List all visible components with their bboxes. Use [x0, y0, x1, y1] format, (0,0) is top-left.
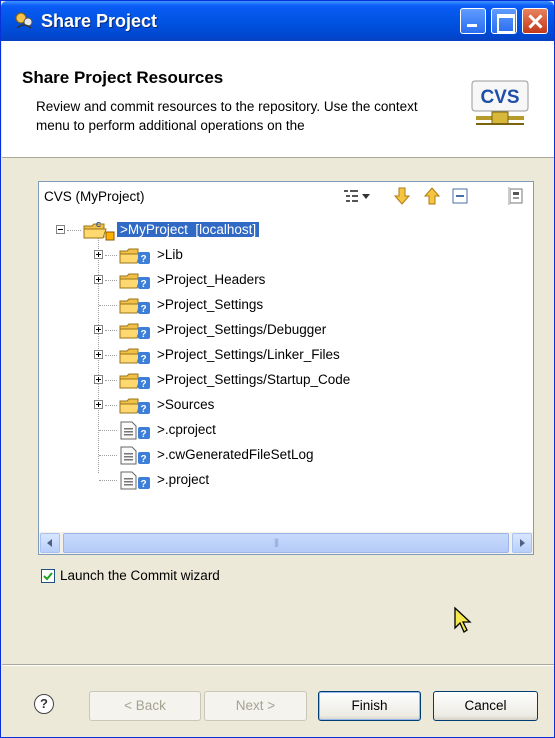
close-button[interactable] — [522, 8, 548, 34]
tree-item-label: >MyProject [localhost] — [115, 221, 261, 238]
svg-text:?: ? — [141, 354, 147, 365]
tree-row[interactable]: ? >.project — [39, 469, 533, 492]
expand-toggle[interactable] — [94, 275, 103, 284]
tree-connector — [105, 255, 117, 256]
tree-row[interactable]: ? >Project_Settings — [39, 294, 533, 317]
svg-text:?: ? — [141, 454, 147, 465]
tree-row[interactable]: ? >Project_Settings/Debugger — [39, 319, 533, 342]
layout-icon[interactable] — [342, 187, 360, 205]
tree-item-label: >.cwGeneratedFileSetLog — [157, 447, 314, 462]
mouse-cursor-icon — [454, 606, 472, 633]
title-bar[interactable]: Share Project — [1, 1, 554, 41]
tree-item-label: >Project_Headers — [157, 272, 266, 287]
finish-button[interactable]: Finish — [318, 691, 421, 721]
expand-toggle[interactable] — [94, 250, 103, 259]
tree-row[interactable]: ? >.cwGeneratedFileSetLog — [39, 444, 533, 467]
expand-toggle[interactable] — [94, 400, 103, 409]
back-button[interactable]: < Back — [89, 691, 201, 721]
svg-text:?: ? — [141, 479, 147, 490]
resource-tree-panel: CVS (MyProject) C >MyProject [localhost]… — [38, 181, 534, 555]
outgoing-folder-icon: ? — [119, 398, 150, 415]
svg-text:C: C — [96, 222, 101, 229]
dropdown-icon[interactable] — [361, 187, 371, 205]
tree-item-label: >.project — [157, 472, 210, 487]
tree-connector — [99, 480, 117, 481]
minimize-button[interactable] — [460, 8, 486, 34]
tree-connector — [105, 330, 117, 331]
next-button[interactable]: Next > — [204, 691, 307, 721]
horizontal-scrollbar[interactable] — [39, 532, 533, 554]
collapse-toggle[interactable] — [56, 225, 65, 234]
button-bar-separator — [2, 664, 554, 666]
svg-text:?: ? — [141, 279, 147, 290]
tree-row[interactable]: ? >Project_Headers — [39, 269, 533, 292]
tree-row[interactable]: ? >.cproject — [39, 419, 533, 442]
svg-text:?: ? — [141, 329, 147, 340]
panel-toolbar: CVS (MyProject) — [39, 182, 533, 210]
panel-title: CVS (MyProject) — [44, 189, 145, 204]
tree-item-label: >Lib — [157, 247, 183, 262]
tree-row[interactable]: ? >Project_Settings/Linker_Files — [39, 344, 533, 367]
previous-change-icon[interactable] — [423, 187, 441, 205]
cancel-button[interactable]: Cancel — [433, 691, 538, 721]
tree-item-label: >Project_Settings — [157, 297, 264, 312]
scroll-right-button[interactable] — [512, 533, 532, 553]
tree-item-label: >Project_Settings/Linker_Files — [157, 347, 340, 362]
tree-connector — [105, 355, 117, 356]
outgoing-folder-icon: ? — [119, 298, 150, 315]
cvs-share-icon — [15, 12, 33, 29]
tree-item-label: >.cproject — [157, 422, 216, 437]
outgoing-folder-icon: ? — [119, 348, 150, 365]
cvs-project-icon: C — [83, 222, 115, 241]
maximize-button[interactable] — [491, 8, 517, 34]
page-title: Share Project Resources — [22, 68, 224, 87]
expand-toggle[interactable] — [94, 350, 103, 359]
outgoing-folder-icon: ? — [119, 373, 150, 390]
help-button[interactable]: ? — [34, 694, 54, 714]
checkmark-icon — [43, 572, 53, 581]
launch-commit-label[interactable]: Launch the Commit wizard — [60, 568, 220, 583]
page-description: Review and commit resources to the repos… — [36, 99, 418, 133]
outgoing-file-icon: ? — [120, 421, 150, 440]
share-project-dialog: Share Project Share Project Resources Re… — [0, 0, 555, 738]
tree-connector — [99, 305, 117, 306]
outgoing-folder-icon: ? — [119, 323, 150, 340]
tree-connector — [99, 430, 117, 431]
tree-row[interactable]: ? >Sources — [39, 394, 533, 417]
scroll-left-button[interactable] — [40, 533, 60, 553]
svg-text:?: ? — [141, 379, 147, 390]
tree-row-root[interactable]: C >MyProject [localhost] — [39, 219, 533, 242]
expand-toggle[interactable] — [94, 375, 103, 384]
tree-connector — [105, 280, 117, 281]
outgoing-folder-icon: ? — [119, 273, 150, 290]
collapse-all-icon[interactable] — [451, 187, 469, 205]
outgoing-file-icon: ? — [120, 446, 150, 465]
tree-connector — [99, 455, 117, 456]
outgoing-file-icon: ? — [120, 471, 150, 490]
pin-icon[interactable] — [507, 187, 527, 205]
expand-toggle[interactable] — [94, 325, 103, 334]
tree-item-label: >Project_Settings/Debugger — [157, 322, 327, 337]
wizard-header: Share Project Resources Review and commi… — [2, 41, 554, 158]
scroll-thumb[interactable] — [63, 533, 509, 553]
launch-commit-checkbox[interactable] — [41, 569, 55, 583]
tree-connector — [105, 405, 117, 406]
svg-text:?: ? — [141, 304, 147, 315]
tree-connector — [105, 380, 117, 381]
svg-text:?: ? — [141, 254, 147, 265]
window-title: Share Project — [41, 11, 158, 31]
svg-text:?: ? — [141, 404, 147, 415]
cvs-logo-text: CVS — [480, 87, 519, 108]
tree-connector — [67, 230, 81, 231]
outgoing-folder-icon: ? — [119, 248, 150, 265]
resource-tree[interactable]: C >MyProject [localhost] ? >Lib ? >Proje… — [39, 218, 533, 528]
svg-text:?: ? — [141, 429, 147, 440]
cvs-logo-icon: CVS — [471, 80, 529, 125]
tree-item-label: >Sources — [157, 397, 215, 412]
tree-row[interactable]: ? >Lib — [39, 244, 533, 267]
tree-item-label: >Project_Settings/Startup_Code — [157, 372, 351, 387]
next-change-icon[interactable] — [393, 187, 411, 205]
tree-row[interactable]: ? >Project_Settings/Startup_Code — [39, 369, 533, 392]
